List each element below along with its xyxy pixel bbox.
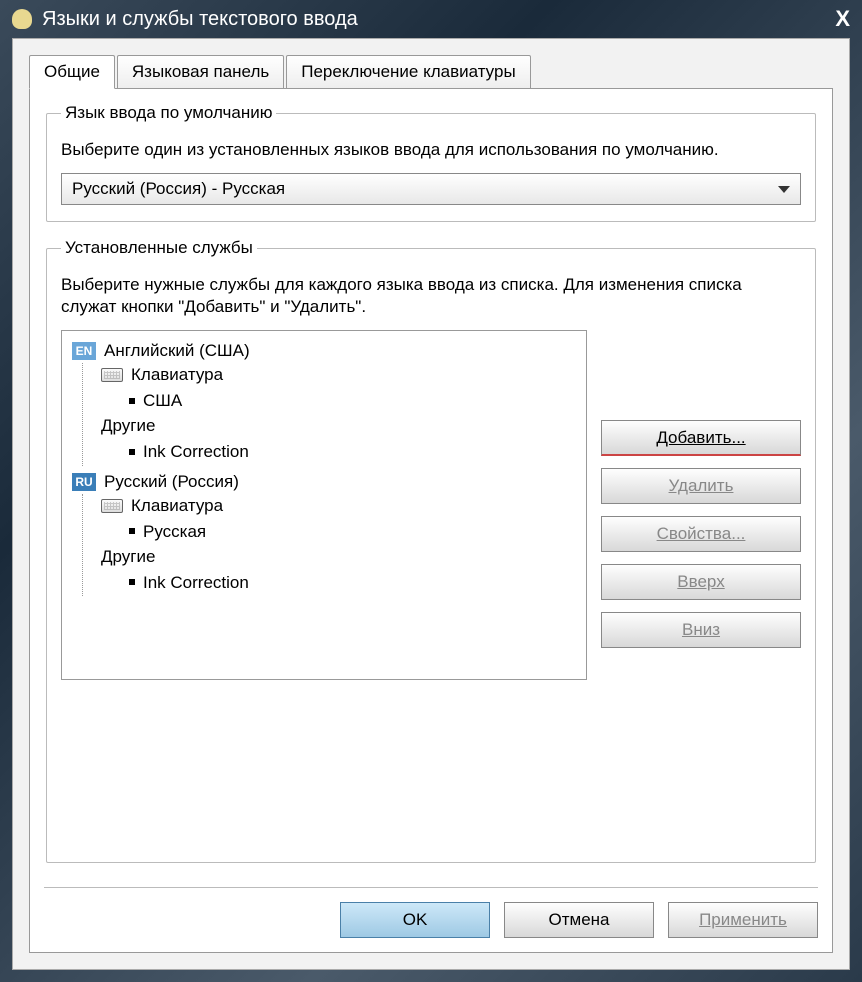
services-row: EN Английский (США) Клавиатура: [61, 330, 801, 680]
move-up-button[interactable]: Вверх: [601, 564, 801, 600]
window-title: Языки и службы текстового ввода: [42, 8, 835, 31]
apply-button[interactable]: Применить: [668, 902, 818, 938]
tab-switch-keyboard[interactable]: Переключение клавиатуры: [286, 55, 530, 89]
services-side-buttons: Добавить... Удалить Свойства... Вверх Вн…: [601, 330, 801, 680]
properties-button[interactable]: Свойства...: [601, 516, 801, 552]
lang-badge-en: EN: [72, 342, 96, 360]
titlebar: Языки и службы текстового ввода X: [0, 0, 862, 38]
tree-lang-en[interactable]: EN Английский (США) Клавиатура: [72, 339, 576, 465]
remove-button[interactable]: Удалить: [601, 468, 801, 504]
lang-name-en: Английский (США): [104, 341, 250, 361]
lang-name-ru: Русский (Россия): [104, 472, 239, 492]
installed-services-legend: Установленные службы: [61, 238, 257, 258]
keyboard-icon: [101, 499, 123, 513]
bullet-icon: [129, 528, 135, 534]
ok-button[interactable]: OK: [340, 902, 490, 938]
default-language-help: Выберите один из установленных языков вв…: [61, 139, 801, 161]
tree-item-ru-ink[interactable]: Ink Correction: [101, 569, 576, 596]
bullet-icon: [129, 579, 135, 585]
tree-item-ru-russian[interactable]: Русская: [101, 518, 576, 545]
cancel-button[interactable]: Отмена: [504, 902, 654, 938]
add-button[interactable]: Добавить...: [601, 420, 801, 456]
installed-services-help: Выберите нужные службы для каждого языка…: [61, 274, 801, 318]
installed-services-group: Установленные службы Выберите нужные слу…: [46, 238, 816, 863]
chevron-down-icon: [778, 186, 790, 193]
dialog-body: Общие Языковая панель Переключение клави…: [12, 38, 850, 970]
tab-strip: Общие Языковая панель Переключение клави…: [29, 55, 833, 89]
lang-badge-ru: RU: [72, 473, 96, 491]
default-language-group: Язык ввода по умолчанию Выберите один из…: [46, 103, 816, 222]
close-icon[interactable]: X: [835, 6, 850, 32]
services-tree[interactable]: EN Английский (США) Клавиатура: [61, 330, 587, 680]
tab-general-body: Язык ввода по умолчанию Выберите один из…: [29, 88, 833, 953]
tab-language-bar[interactable]: Языковая панель: [117, 55, 284, 89]
default-language-dropdown[interactable]: Русский (Россия) - Русская: [61, 173, 801, 205]
dialog-button-bar: OK Отмена Применить: [44, 887, 818, 938]
window-frame: Языки и службы текстового ввода X Общие …: [0, 0, 862, 982]
bullet-icon: [129, 449, 135, 455]
default-language-selected: Русский (Россия) - Русская: [72, 179, 778, 199]
app-icon: [12, 9, 32, 29]
tab-general[interactable]: Общие: [29, 55, 115, 89]
tree-item-en-us[interactable]: США: [101, 387, 576, 414]
tree-group-keyboard-en[interactable]: Клавиатура: [101, 363, 576, 387]
tree-lang-ru[interactable]: RU Русский (Россия) Клавиатура: [72, 470, 576, 596]
bullet-icon: [129, 398, 135, 404]
tree-group-other-ru[interactable]: Другие: [101, 545, 576, 569]
tree-group-other-en[interactable]: Другие: [101, 414, 576, 438]
keyboard-icon: [101, 368, 123, 382]
default-language-legend: Язык ввода по умолчанию: [61, 103, 276, 123]
tree-group-keyboard-ru[interactable]: Клавиатура: [101, 494, 576, 518]
move-down-button[interactable]: Вниз: [601, 612, 801, 648]
tree-item-en-ink[interactable]: Ink Correction: [101, 438, 576, 465]
